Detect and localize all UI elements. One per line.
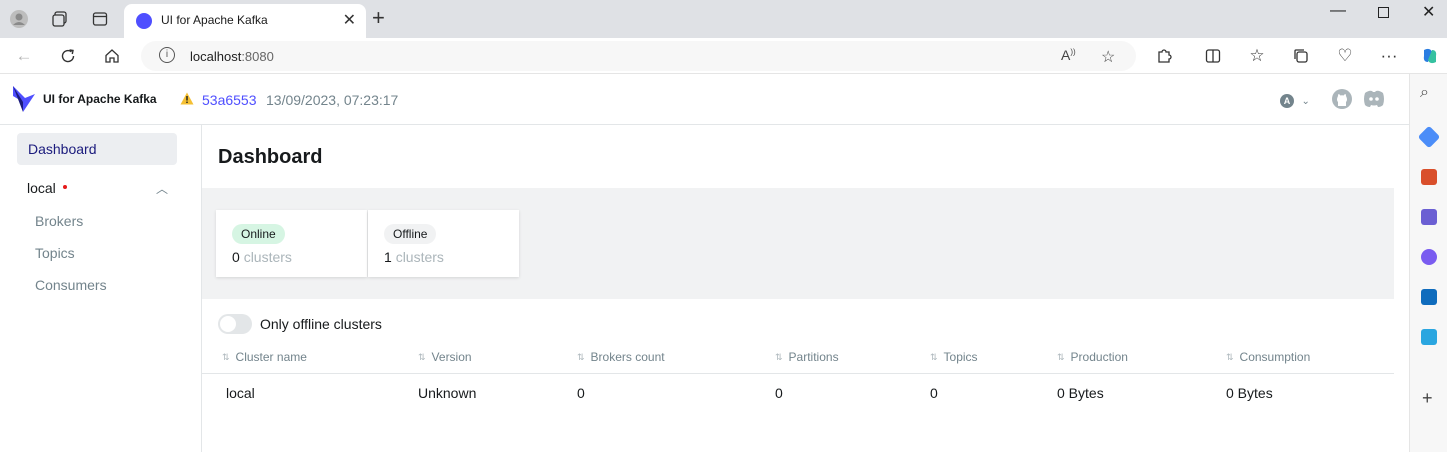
extensions-icon[interactable] (1152, 44, 1176, 68)
app-header: UI for Apache Kafka 53a6553 13/09/2023, … (0, 74, 1409, 125)
maximize-icon[interactable] (1378, 5, 1389, 23)
version-cell: Unknown (418, 385, 477, 401)
chevron-up-icon[interactable]: ︿ (156, 180, 168, 197)
tools-icon[interactable] (1421, 169, 1437, 185)
discord-icon[interactable] (1362, 88, 1386, 115)
cluster-name-cell[interactable]: local (226, 385, 255, 401)
column-header-cluster-name[interactable]: ⇅ Cluster name (222, 350, 307, 364)
drop-icon[interactable] (1421, 329, 1437, 345)
kafka-ui-app: UI for Apache Kafka 53a6553 13/09/2023, … (0, 74, 1409, 452)
kafka-logo-icon[interactable] (11, 84, 37, 114)
offline-badge: Offline (384, 224, 437, 244)
site-info-icon[interactable]: i (159, 47, 175, 63)
copilot-icon[interactable] (1418, 44, 1442, 68)
offline-only-label: Only offline clusters (260, 316, 382, 332)
sort-icon: ⇅ (775, 352, 783, 362)
cluster-offline-dot (63, 185, 67, 189)
offline-clusters-card: Offline 1 clusters (368, 210, 519, 277)
github-icon[interactable] (1331, 88, 1353, 115)
page-title: Dashboard (218, 146, 323, 168)
production-cell: 0 Bytes (1057, 385, 1104, 401)
tab-actions-icon[interactable] (88, 7, 112, 31)
search-icon[interactable]: ⌕ (1420, 84, 1429, 102)
browser-tab-bar: UI for Apache Kafka ✕ + — ✕ (0, 0, 1447, 38)
sort-icon: ⇅ (1057, 352, 1065, 362)
tab-title: UI for Apache Kafka (161, 13, 268, 27)
browser-tab[interactable]: UI for Apache Kafka ✕ (124, 4, 366, 38)
chevron-down-icon: ⌄ (1301, 96, 1310, 107)
column-header-topics[interactable]: ⇅ Topics (930, 350, 978, 364)
edge-sidebar: ⌕ + (1409, 74, 1447, 452)
split-screen-icon[interactable] (1201, 44, 1225, 68)
commit-link[interactable]: 53a6553 (202, 92, 257, 108)
sidebar-item-topics[interactable]: Topics (35, 245, 75, 261)
games-icon[interactable] (1421, 209, 1437, 225)
sidebar-item-consumers[interactable]: Consumers (35, 277, 107, 293)
profile-icon[interactable] (7, 7, 31, 31)
address-bar[interactable]: i localhost:8080 A)) ☆ (141, 41, 1136, 71)
metrics-panel: Online 0 clusters Offline 1 clusters (202, 188, 1394, 299)
app-sidebar: Dashboard local ︿ Brokers Topics Consume… (0, 125, 202, 452)
column-header-consumption[interactable]: ⇅ Consumption (1226, 350, 1310, 364)
sort-icon: ⇅ (577, 352, 585, 362)
shopping-tag-icon[interactable] (1417, 125, 1441, 149)
partitions-cell: 0 (775, 385, 783, 401)
close-tab-icon[interactable]: ✕ (343, 10, 356, 30)
microsoft-365-icon[interactable] (1421, 249, 1437, 265)
new-tab-icon[interactable]: + (372, 5, 385, 31)
dashboard-main: Dashboard Online 0 clusters Offline 1 cl… (202, 125, 1394, 452)
more-options-icon[interactable]: ··· (1377, 44, 1401, 68)
sidebar-item-dashboard[interactable]: Dashboard (17, 133, 177, 165)
kafka-favicon-icon (136, 13, 152, 29)
sort-icon: ⇅ (222, 352, 230, 362)
url-text[interactable]: localhost:8080 (190, 49, 274, 64)
commit-date: 13/09/2023, 07:23:17 (266, 92, 399, 108)
sort-icon: ⇅ (1226, 352, 1234, 362)
workspaces-icon[interactable] (48, 7, 72, 31)
close-window-icon[interactable]: ✕ (1422, 2, 1435, 22)
offline-count: 1 clusters (384, 249, 444, 265)
table-divider (202, 373, 1394, 374)
column-header-production[interactable]: ⇅ Production (1057, 350, 1128, 364)
minimize-icon[interactable]: — (1330, 2, 1346, 20)
browser-toolbar: ← i localhost:8080 A)) ☆ ☆ ♡ ··· (0, 38, 1447, 74)
theme-switcher[interactable]: A ⌄ (1280, 91, 1310, 109)
sort-icon: ⇅ (930, 352, 938, 362)
topics-cell: 0 (930, 385, 938, 401)
offline-only-toggle[interactable] (218, 314, 252, 334)
outlook-icon[interactable] (1421, 289, 1437, 305)
online-clusters-card: Online 0 clusters (216, 210, 367, 277)
collections-icon[interactable] (1289, 44, 1313, 68)
home-icon[interactable] (100, 44, 124, 68)
column-header-partitions[interactable]: ⇅ Partitions (775, 350, 839, 364)
add-sidebar-item-icon[interactable]: + (1422, 388, 1433, 409)
sidebar-cluster-local[interactable]: local (27, 180, 56, 196)
back-icon[interactable]: ← (12, 44, 36, 68)
refresh-icon[interactable] (56, 44, 80, 68)
sort-icon: ⇅ (418, 352, 426, 362)
online-count: 0 clusters (232, 249, 292, 265)
favorites-icon[interactable]: ☆ (1245, 44, 1269, 68)
column-header-version[interactable]: ⇅ Version (418, 350, 472, 364)
app-name[interactable]: UI for Apache Kafka (43, 92, 157, 106)
theme-auto-icon: A (1280, 94, 1294, 108)
column-header-brokers-count[interactable]: ⇅ Brokers count (577, 350, 665, 364)
consumption-cell: 0 Bytes (1226, 385, 1273, 401)
favorite-star-icon[interactable]: ☆ (1101, 47, 1115, 67)
browser-essentials-icon[interactable]: ♡ (1333, 44, 1357, 68)
brokers-count-cell: 0 (577, 385, 585, 401)
warning-icon (180, 92, 194, 105)
online-badge: Online (232, 224, 285, 244)
sidebar-item-label: Dashboard (28, 141, 97, 157)
read-aloud-icon[interactable]: A)) (1061, 47, 1076, 63)
sidebar-item-brokers[interactable]: Brokers (35, 213, 83, 229)
